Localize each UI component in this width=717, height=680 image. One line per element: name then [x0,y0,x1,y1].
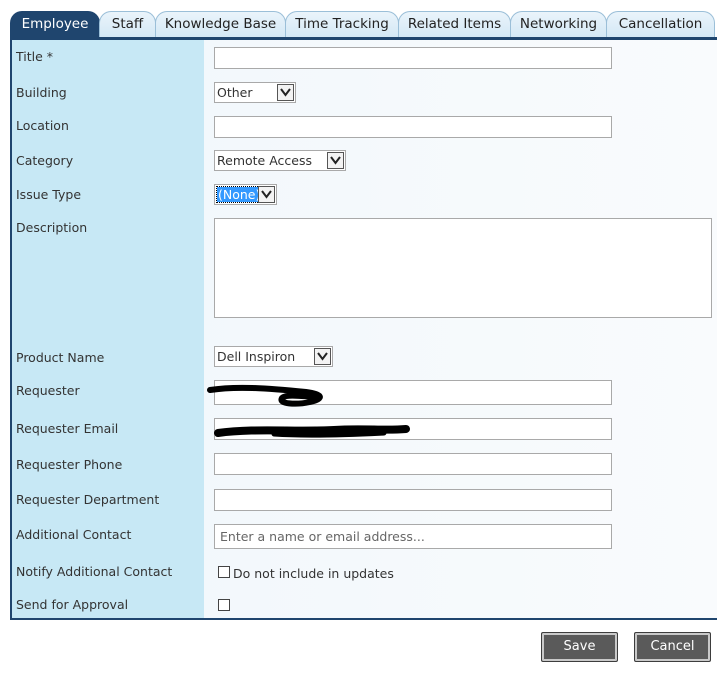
requester-department-input[interactable] [214,489,612,511]
employee-form: Title * Building Other Location Category… [10,37,717,620]
tab-cancellation[interactable]: Cancellation [606,11,715,37]
send-for-approval-label: Send for Approval [16,597,129,612]
building-select[interactable]: Other [214,82,296,103]
issue-type-selected-value: (None) [215,186,263,203]
issue-type-label: Issue Type [16,187,82,202]
requester-phone-input[interactable] [214,453,612,475]
product-name-select[interactable]: Dell Inspiron [214,346,333,367]
save-button[interactable]: Save [541,632,618,662]
title-input[interactable] [214,47,612,69]
category-label: Category [16,153,74,168]
chevron-down-icon[interactable] [314,348,331,365]
tab-time-tracking[interactable]: Time Tracking [285,11,399,37]
tab-related-items[interactable]: Related Items [398,11,511,37]
description-label: Description [16,220,88,235]
requester-department-label: Requester Department [16,492,160,507]
requester-phone-label: Requester Phone [16,457,123,472]
product-name-selected-value: Dell Inspiron [217,349,296,364]
category-select[interactable]: Remote Access [214,150,346,171]
category-selected-value: Remote Access [217,153,312,168]
additional-contact-label: Additional Contact [16,527,132,542]
description-textarea[interactable] [214,218,712,318]
do-not-include-label: Do not include in updates [233,566,394,581]
requester-label: Requester [16,383,80,398]
send-for-approval-checkbox[interactable] [218,599,230,611]
do-not-include-checkbox[interactable] [218,566,230,578]
notify-additional-contact-label: Notify Additional Contact [16,564,173,579]
tab-networking[interactable]: Networking [510,11,607,37]
tab-knowledge-base[interactable]: Knowledge Base [155,11,286,37]
tab-employee[interactable]: Employee [10,11,100,37]
location-label: Location [16,118,69,133]
issue-type-select[interactable]: (None) [214,184,277,205]
redaction-scribble [207,384,323,407]
chevron-down-icon[interactable] [258,186,275,203]
cancel-button[interactable]: Cancel [634,632,711,662]
chevron-down-icon[interactable] [327,152,344,169]
building-selected-value: Other [217,85,253,100]
location-input[interactable] [214,116,612,138]
chevron-down-icon[interactable] [277,84,294,101]
additional-contact-input[interactable]: Enter a name or email address... [214,524,612,549]
tab-staff[interactable]: Staff [99,11,156,37]
tab-bar: Employee Staff Knowledge Base Time Track… [10,11,717,37]
product-name-label: Product Name [16,350,105,365]
building-label: Building [16,85,67,100]
redaction-scribble [214,425,410,438]
requester-email-label: Requester Email [16,421,119,436]
title-label: Title * [16,49,54,64]
